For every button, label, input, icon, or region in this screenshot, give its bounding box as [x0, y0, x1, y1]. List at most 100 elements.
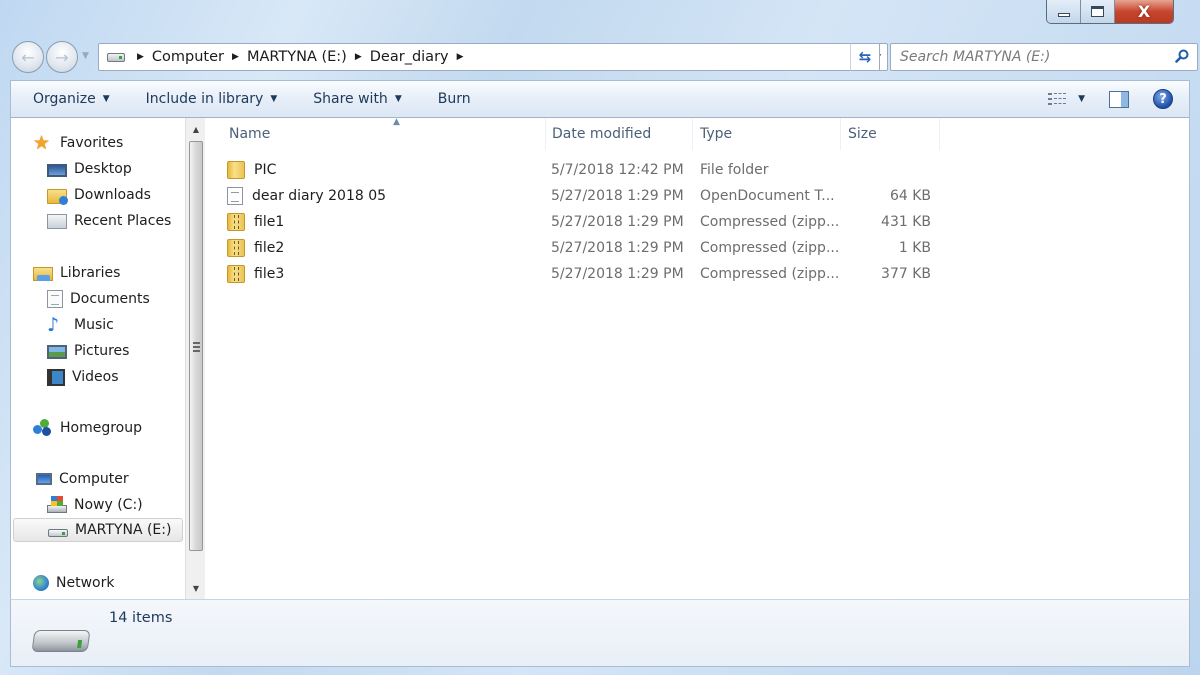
file-row[interactable]: dear diary 2018 05 5/27/2018 1:29 PM OpenD…: [205, 183, 945, 209]
column-header-date[interactable]: Date modified: [544, 118, 693, 150]
chevron-down-icon: ▼: [394, 94, 402, 104]
recent-pages-dropdown[interactable]: ▼: [82, 51, 89, 61]
zip-folder-icon: [227, 239, 245, 257]
nav-drive-e[interactable]: MARTYNA (E:): [13, 518, 183, 542]
column-header-type[interactable]: Type: [692, 118, 841, 150]
breadcrumb-folder[interactable]: Dear_diary: [370, 49, 449, 65]
breadcrumb-separator-icon[interactable]: ▶: [457, 52, 464, 62]
homegroup-icon: [33, 419, 53, 437]
nav-label: MARTYNA (E:): [75, 522, 172, 538]
nav-documents[interactable]: Documents: [47, 287, 150, 311]
breadcrumb-separator-icon[interactable]: ▶: [355, 52, 362, 62]
maximize-icon: [1091, 6, 1104, 17]
breadcrumb-computer[interactable]: Computer: [152, 49, 224, 65]
nav-computer[interactable]: Computer: [33, 467, 129, 491]
help-button[interactable]: ?: [1153, 89, 1173, 109]
window-caption-buttons: X: [1046, 0, 1174, 24]
nav-videos[interactable]: Videos: [47, 365, 119, 389]
breadcrumb-drive[interactable]: MARTYNA (E:): [247, 49, 347, 65]
burn-button[interactable]: Burn: [438, 91, 471, 107]
file-type-text: Compressed (zipp...: [700, 266, 840, 282]
column-header-size[interactable]: Size: [840, 118, 940, 150]
include-in-library-menu[interactable]: Include in library ▼: [146, 91, 278, 107]
removable-drive-icon: [48, 528, 68, 537]
file-type: Compressed (zipp...: [700, 261, 839, 287]
file-row[interactable]: file3 5/27/2018 1:29 PM Compressed (zipp..…: [205, 261, 945, 287]
file-type: Compressed (zipp...: [700, 235, 839, 261]
command-bar: Organize ▼ Include in library ▼ Share with…: [10, 80, 1190, 118]
file-date-text: 5/27/2018 1:29 PM: [551, 188, 684, 204]
address-bar[interactable]: ▶ Computer ▶ MARTYNA (E:) ▶ Dear_diary ▶…: [98, 43, 888, 71]
minimize-icon: [1057, 12, 1070, 17]
minimize-button[interactable]: [1047, 0, 1081, 23]
file-date: 5/27/2018 1:29 PM: [551, 209, 684, 235]
breadcrumb-separator-icon[interactable]: ▶: [232, 52, 239, 62]
file-size-text: 431 KB: [881, 214, 931, 230]
back-button[interactable]: ←: [12, 41, 44, 73]
file-type-text: Compressed (zipp...: [700, 214, 840, 230]
nav-downloads[interactable]: Downloads: [47, 183, 151, 207]
file-date: 5/27/2018 1:29 PM: [551, 261, 684, 287]
music-icon: ♪: [47, 314, 60, 336]
file-date: 5/7/2018 12:42 PM: [551, 157, 684, 183]
file-name[interactable]: dear diary 2018 05: [227, 183, 386, 209]
nav-label: Libraries: [60, 265, 121, 281]
computer-icon: [36, 473, 52, 485]
file-name[interactable]: PIC: [227, 157, 276, 183]
column-header-name[interactable]: Name ▲: [221, 117, 546, 150]
file-size: 64 KB: [845, 183, 931, 209]
scrollbar-thumb[interactable]: [189, 141, 203, 551]
organize-menu[interactable]: Organize ▼: [33, 91, 110, 107]
nav-music[interactable]: ♪ Music: [47, 313, 114, 337]
sort-ascending-icon: ▲: [393, 117, 400, 127]
nav-label: Pictures: [74, 343, 130, 359]
share-with-menu[interactable]: Share with ▼: [313, 91, 401, 107]
navigation-pane: ★ Favorites Desktop Downloads Recent Plac…: [10, 118, 185, 599]
desktop-icon: [47, 163, 67, 177]
details-view-icon: [1048, 92, 1067, 106]
breadcrumb-separator-icon[interactable]: ▶: [137, 52, 144, 62]
file-size-text: 377 KB: [881, 266, 931, 282]
file-size: [845, 157, 931, 183]
nav-recent-places[interactable]: Recent Places: [47, 209, 171, 233]
file-name-text: file2: [254, 240, 285, 256]
scroll-up-arrow[interactable]: ▲: [186, 120, 206, 138]
nav-libraries[interactable]: Libraries: [33, 261, 120, 285]
libraries-icon: [33, 267, 53, 281]
file-row[interactable]: file1 5/27/2018 1:29 PM Compressed (zipp..…: [205, 209, 945, 235]
nav-label: Nowy (C:): [74, 497, 143, 513]
file-row[interactable]: PIC 5/7/2018 12:42 PM File folder: [205, 157, 945, 183]
search-icon[interactable]: [1175, 49, 1189, 63]
file-name[interactable]: file1: [227, 209, 284, 235]
file-date: 5/27/2018 1:29 PM: [551, 235, 684, 261]
nav-network[interactable]: Network: [33, 571, 114, 595]
videos-icon: [47, 368, 65, 386]
burn-label: Burn: [437, 91, 471, 107]
forward-button[interactable]: →: [46, 41, 78, 73]
file-row[interactable]: file2 5/27/2018 1:29 PM Compressed (zipp..…: [205, 235, 945, 261]
zip-folder-icon: [227, 213, 245, 231]
chevron-down-icon[interactable]: ▼: [1078, 94, 1085, 104]
file-name-text: dear diary 2018 05: [252, 188, 387, 204]
file-list-pane: Name ▲ Date modified Type Size PIC 5/7/20…: [205, 117, 1190, 599]
close-button[interactable]: X: [1115, 0, 1173, 23]
preview-pane-button[interactable]: [1109, 90, 1129, 108]
change-view-button[interactable]: ▼: [1048, 92, 1085, 106]
nav-desktop[interactable]: Desktop: [47, 157, 132, 181]
nav-favorites[interactable]: ★ Favorites: [33, 131, 123, 155]
file-name[interactable]: file3: [227, 261, 284, 287]
drive-large-icon: [31, 630, 91, 652]
maximize-button[interactable]: [1081, 0, 1115, 23]
nav-pictures[interactable]: Pictures: [47, 339, 129, 363]
file-name-text: file3: [254, 266, 285, 282]
nav-drive-c[interactable]: Nowy (C:): [47, 493, 143, 517]
file-name[interactable]: file2: [227, 235, 284, 261]
scroll-down-arrow[interactable]: ▼: [186, 579, 206, 597]
navigation-pane-scrollbar[interactable]: ▲ ▼: [185, 118, 205, 599]
nav-homegroup[interactable]: Homegroup: [33, 416, 142, 440]
nav-label: Network: [56, 575, 115, 591]
refresh-button[interactable]: ⇆: [850, 43, 880, 71]
search-input[interactable]: [891, 44, 1161, 70]
file-date-text: 5/7/2018 12:42 PM: [551, 162, 684, 178]
document-icon: [227, 187, 243, 205]
